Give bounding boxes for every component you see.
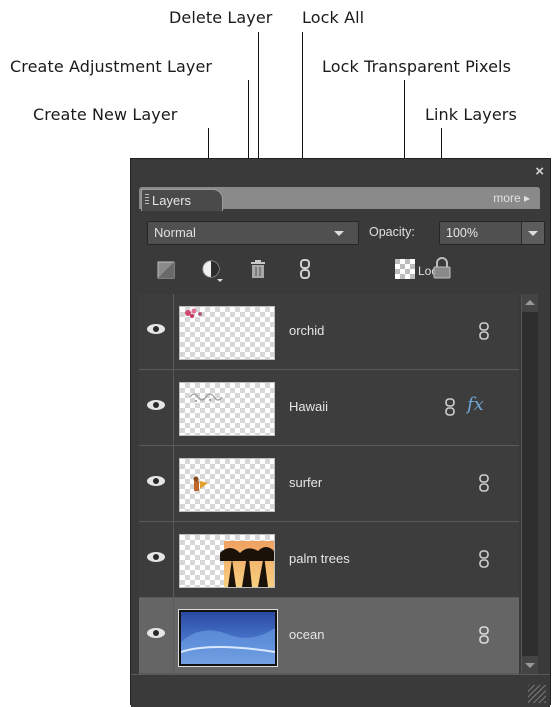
tab-layers[interactable]: Layers bbox=[141, 189, 223, 211]
grip-icon bbox=[145, 194, 149, 205]
blend-mode-select[interactable]: Normal bbox=[147, 221, 359, 245]
layers-panel: × Layers more ▸ Normal Opacity: 100% Loc… bbox=[130, 158, 551, 707]
new-layer-icon[interactable] bbox=[157, 261, 175, 279]
hawaii-thumb-art bbox=[189, 393, 223, 402]
link-chain-icon[interactable] bbox=[298, 259, 312, 279]
chevron-down-icon bbox=[525, 663, 535, 668]
scroll-up-button[interactable] bbox=[522, 294, 538, 312]
visibility-column bbox=[139, 446, 174, 521]
visibility-column bbox=[139, 294, 174, 369]
eye-icon[interactable] bbox=[147, 324, 165, 334]
callout-lock-transparent-pixels: Lock Transparent Pixels bbox=[322, 57, 512, 76]
link-chain-icon[interactable] bbox=[478, 474, 490, 492]
eye-icon[interactable] bbox=[147, 476, 165, 486]
visibility-column bbox=[139, 370, 174, 445]
layer-name: surfer bbox=[289, 475, 323, 490]
layer-row-ocean[interactable]: ocean bbox=[139, 598, 519, 674]
orchid-thumb-art bbox=[185, 308, 202, 318]
callout-lock-all: Lock All bbox=[302, 8, 365, 27]
opacity-dropdown-button[interactable] bbox=[521, 222, 544, 244]
panel-titlebar[interactable]: × bbox=[131, 159, 550, 187]
callout-link-layers: Link Layers bbox=[425, 105, 517, 124]
tab-layers-label: Layers bbox=[152, 193, 192, 208]
layer-row-surfer[interactable]: surfer bbox=[139, 446, 519, 522]
link-chain-icon[interactable] bbox=[444, 398, 456, 416]
chevron-down-icon bbox=[528, 231, 538, 236]
link-chain-icon[interactable] bbox=[478, 626, 490, 644]
link-chain-icon[interactable] bbox=[478, 550, 490, 568]
panel-footer bbox=[131, 674, 550, 707]
callout-create-adjustment-layer: Create Adjustment Layer bbox=[10, 57, 213, 76]
scroll-down-button[interactable] bbox=[522, 656, 538, 674]
layer-row-orchid[interactable]: orchid bbox=[139, 294, 519, 370]
layer-thumbnail bbox=[178, 609, 278, 667]
fx-icon[interactable]: fx bbox=[467, 394, 484, 415]
layer-row-palm-trees[interactable]: palm trees bbox=[139, 522, 519, 598]
more-menu-button[interactable]: more ▸ bbox=[493, 191, 530, 205]
resize-grip-icon[interactable] bbox=[528, 685, 546, 703]
eye-icon[interactable] bbox=[147, 628, 165, 638]
callout-delete-layer: Delete Layer bbox=[169, 8, 273, 27]
layer-list: orchid Hawaii fx surfer palm trees ocean bbox=[139, 294, 519, 674]
layer-list-scrollbar[interactable] bbox=[521, 294, 538, 674]
layer-thumbnail bbox=[179, 382, 275, 436]
callout-create-new-layer: Create New Layer bbox=[33, 105, 178, 124]
layer-thumbnail bbox=[179, 458, 275, 512]
link-chain-icon[interactable] bbox=[478, 322, 490, 340]
lock-transparent-icon[interactable] bbox=[395, 259, 415, 279]
chevron-down-icon bbox=[334, 231, 344, 236]
visibility-column bbox=[139, 522, 174, 597]
layer-thumbnail bbox=[179, 306, 275, 360]
chevron-up-icon bbox=[525, 300, 535, 305]
layer-name: ocean bbox=[289, 627, 325, 642]
trash-icon[interactable] bbox=[249, 259, 267, 279]
eye-icon[interactable] bbox=[147, 552, 165, 562]
adjustment-layer-icon[interactable] bbox=[201, 259, 225, 283]
close-icon[interactable]: × bbox=[535, 163, 544, 180]
layer-name: palm trees bbox=[289, 551, 350, 566]
layer-name: Hawaii bbox=[289, 399, 329, 414]
blend-mode-value: Normal bbox=[154, 225, 196, 240]
layer-row-hawaii[interactable]: Hawaii fx bbox=[139, 370, 519, 446]
eye-icon[interactable] bbox=[147, 400, 165, 410]
palm-trees-thumb-art bbox=[220, 541, 274, 587]
tab-strip: Layers more ▸ bbox=[139, 187, 540, 211]
opacity-label: Opacity: bbox=[369, 225, 415, 239]
opacity-field[interactable]: 100% bbox=[439, 221, 545, 245]
layer-thumbnail bbox=[179, 534, 275, 588]
layer-name: orchid bbox=[289, 323, 325, 338]
lock-all-icon[interactable] bbox=[432, 257, 452, 279]
opacity-value: 100% bbox=[446, 226, 478, 240]
visibility-column bbox=[139, 598, 174, 673]
surfer-thumb-art bbox=[193, 476, 208, 491]
ocean-thumb-art bbox=[181, 612, 275, 664]
